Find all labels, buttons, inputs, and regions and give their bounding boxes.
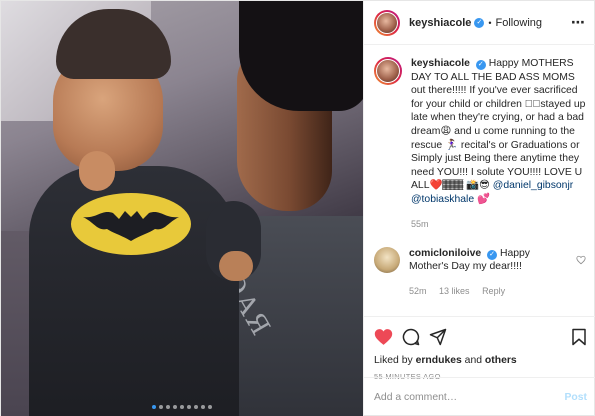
bat-logo-icon xyxy=(83,211,179,241)
caption-mention-emoji: 💕 xyxy=(477,193,490,205)
carousel-dot[interactable] xyxy=(187,405,191,409)
photo-baby-hand xyxy=(219,251,253,281)
comment-username[interactable]: comicloniloive xyxy=(409,248,481,259)
liked-others[interactable]: others xyxy=(485,355,517,366)
more-options-icon[interactable]: ⋯ xyxy=(571,14,586,31)
verified-badge-icon: ✓ xyxy=(475,60,486,70)
post-actions: Liked by erndukes and others 55 MINUTES … xyxy=(364,316,595,381)
carousel-dot[interactable] xyxy=(173,405,177,409)
verified-badge-icon: ✓ xyxy=(474,17,485,28)
bookmark-icon[interactable] xyxy=(571,328,587,346)
carousel-dot[interactable] xyxy=(194,405,198,409)
carousel-dot[interactable] xyxy=(152,405,156,409)
comment-reply-button[interactable]: Reply xyxy=(482,286,505,296)
post-header: keyshiacole ✓ • Following ⋯ xyxy=(364,1,595,45)
comment-icon[interactable] xyxy=(402,328,420,346)
caption-text: keyshiacole ✓ Happy MOTHERS DAY TO ALL T… xyxy=(411,57,586,207)
caption-body: Happy MOTHERS DAY TO ALL THE BAD ASS MOM… xyxy=(411,58,586,192)
header-username[interactable]: keyshiacole xyxy=(409,17,471,29)
post-comment-button[interactable]: Post xyxy=(564,392,587,403)
caption-age[interactable]: 55m xyxy=(411,219,429,229)
carousel-dot[interactable] xyxy=(201,405,205,409)
carousel-dot[interactable] xyxy=(208,405,212,409)
caption-meta: 55m xyxy=(411,219,586,229)
comment-age[interactable]: 52m xyxy=(409,286,427,296)
add-comment-input[interactable] xyxy=(374,392,565,403)
post-sidebar: keyshiacole ✓ • Following ⋯ keyshiacole … xyxy=(363,1,595,416)
liked-user[interactable]: erndukes xyxy=(416,355,462,366)
carousel-dot[interactable] xyxy=(180,405,184,409)
like-heart-icon[interactable] xyxy=(374,328,393,346)
comment-composer: Post xyxy=(364,377,595,416)
verified-badge-icon: ✓ xyxy=(487,249,498,260)
carousel-dot[interactable] xyxy=(166,405,170,409)
liked-and: and xyxy=(461,355,485,366)
caption-item: keyshiacole ✓ Happy MOTHERS DAY TO ALL T… xyxy=(374,57,586,229)
photo-baby-hand-mouth xyxy=(79,151,115,191)
comment-item: comicloniloive ✓ Happy Mother's Day my d… xyxy=(374,246,586,296)
carousel-dot[interactable] xyxy=(159,405,163,409)
comment-avatar[interactable] xyxy=(374,246,400,273)
carousel-indicator xyxy=(1,405,363,409)
caption-avatar[interactable] xyxy=(374,57,402,85)
post-photo[interactable]: ЯЭАЯ xyxy=(1,1,363,416)
comment-likes[interactable]: 13 likes xyxy=(439,286,470,296)
caption-username[interactable]: keyshiacole xyxy=(411,58,470,69)
comments-section: keyshiacole ✓ Happy MOTHERS DAY TO ALL T… xyxy=(364,45,595,315)
share-icon[interactable] xyxy=(429,328,447,346)
avatar[interactable] xyxy=(374,9,400,36)
instagram-post: ЯЭАЯ keyshiacole ✓ • Following ⋯ keyshia… xyxy=(0,0,595,416)
comment-like-heart-icon[interactable] xyxy=(576,255,586,265)
photo-mother-hair xyxy=(239,1,363,111)
comment-text: comicloniloive ✓ Happy Mother's Day my d… xyxy=(409,247,570,274)
following-button[interactable]: Following xyxy=(496,17,542,29)
comment-meta: 52m 13 likes Reply xyxy=(409,286,570,296)
liked-prefix: Liked by xyxy=(374,355,416,366)
separator-dot: • xyxy=(488,17,492,28)
liked-by-text: Liked by erndukes and others xyxy=(374,355,587,366)
